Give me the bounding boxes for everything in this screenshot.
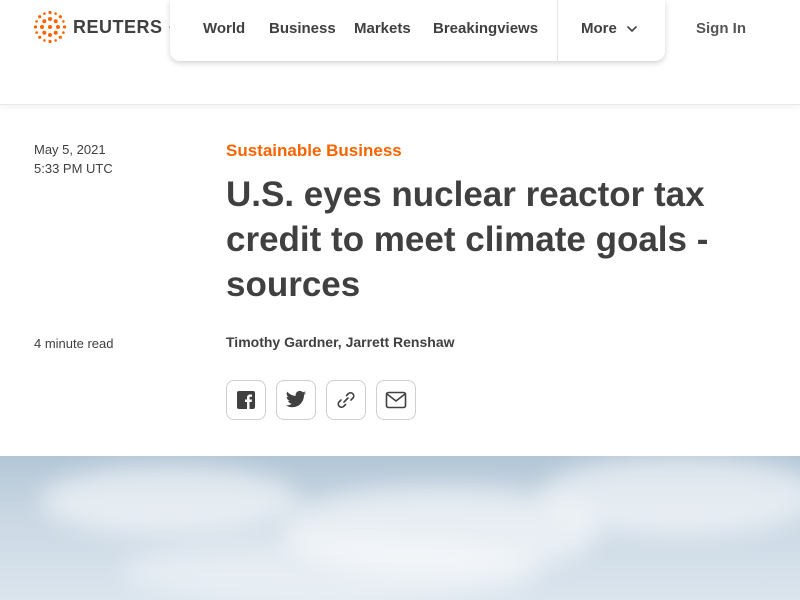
email-icon: [385, 391, 407, 409]
read-time: 4 minute read: [34, 336, 114, 351]
link-icon: [337, 392, 355, 408]
article-byline: Timothy Gardner, Jarrett Renshaw: [226, 334, 455, 350]
nav-markets[interactable]: Markets: [354, 20, 411, 37]
share-email-button[interactable]: [376, 380, 416, 420]
sign-in-link[interactable]: Sign In: [696, 20, 746, 37]
nav-business[interactable]: Business: [269, 20, 336, 37]
reuters-logo-icon: [33, 10, 67, 44]
site-header: REUTERS® World Business Markets Breaking…: [0, 0, 800, 105]
nav-breakingviews[interactable]: Breakingviews: [433, 20, 538, 37]
article-hero-image: [0, 456, 800, 600]
main-nav: World Business Markets Breakingviews Mor…: [170, 0, 665, 61]
cloud-shape: [40, 466, 300, 536]
article-date: May 5, 2021: [34, 142, 106, 157]
nav-divider: [557, 0, 558, 61]
author-separator: ,: [337, 334, 346, 350]
facebook-icon: [237, 391, 255, 409]
article-headline: U.S. eyes nuclear reactor tax credit to …: [226, 175, 709, 304]
nav-more-label: More: [581, 20, 617, 37]
chevron-down-icon: [627, 26, 637, 33]
logo-wordmark: REUTERS: [73, 16, 163, 37]
article-category-link[interactable]: Sustainable Business: [226, 141, 402, 161]
share-twitter-button[interactable]: [276, 380, 316, 420]
share-link-button[interactable]: [326, 380, 366, 420]
reuters-logo[interactable]: REUTERS®: [33, 10, 175, 44]
nav-more[interactable]: More: [581, 20, 637, 37]
share-facebook-button[interactable]: [226, 380, 266, 420]
twitter-icon: [285, 390, 307, 408]
author-link[interactable]: Jarrett Renshaw: [346, 334, 455, 350]
article-dateline: May 5, 2021 5:33 PM UTC: [34, 140, 113, 178]
author-link[interactable]: Timothy Gardner: [226, 334, 338, 350]
article-time: 5:33 PM UTC: [34, 161, 113, 176]
cloud-shape: [120, 536, 540, 600]
nav-world[interactable]: World: [203, 20, 245, 37]
